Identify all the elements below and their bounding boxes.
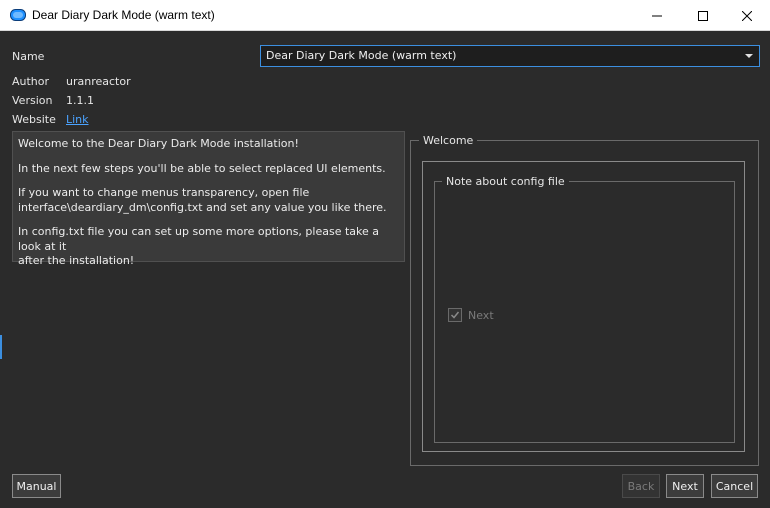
name-dropdown-value: Dear Diary Dark Mode (warm text): [266, 49, 457, 62]
description-paragraph: Welcome to the Dear Diary Dark Mode inst…: [18, 137, 299, 150]
author-label: Author: [12, 75, 50, 88]
website-link[interactable]: Link: [66, 113, 89, 126]
description-paragraph: In config.txt file you can set up some m…: [18, 225, 379, 267]
window-title: Dear Diary Dark Mode (warm text): [32, 8, 215, 22]
minimize-button[interactable]: [634, 0, 680, 31]
title-bar: Dear Diary Dark Mode (warm text): [0, 0, 770, 31]
checkmark-icon: [450, 311, 460, 319]
chevron-down-icon: [745, 54, 753, 58]
name-dropdown[interactable]: Dear Diary Dark Mode (warm text): [260, 45, 760, 67]
next-checkbox-label: Next: [468, 309, 494, 322]
description-text-area[interactable]: Welcome to the Dear Diary Dark Mode inst…: [12, 131, 405, 267]
maximize-button[interactable]: [680, 0, 726, 31]
description-paragraph: If you want to change menus transparency…: [18, 186, 387, 214]
maximize-icon: [698, 10, 708, 21]
cancel-button[interactable]: Cancel: [711, 474, 758, 498]
version-value: 1.1.1: [66, 94, 94, 107]
website-label: Website: [12, 113, 56, 126]
back-button[interactable]: Back: [622, 474, 660, 498]
app-icon: [10, 9, 26, 21]
author-value: uranreactor: [66, 75, 131, 88]
window-edge-accent: [0, 335, 2, 359]
description-paragraph: In the next few steps you'll be able to …: [18, 161, 386, 175]
manual-button[interactable]: Manual: [12, 474, 61, 498]
welcome-group-title: Welcome: [419, 134, 478, 147]
close-icon: [742, 10, 752, 21]
minimize-icon: [652, 15, 662, 16]
next-checkbox[interactable]: [448, 308, 462, 322]
config-note-group-title: Note about config file: [442, 175, 569, 188]
next-button[interactable]: Next: [666, 474, 704, 498]
close-button[interactable]: [724, 0, 770, 31]
name-label: Name: [12, 50, 45, 63]
version-label: Version: [12, 94, 53, 107]
